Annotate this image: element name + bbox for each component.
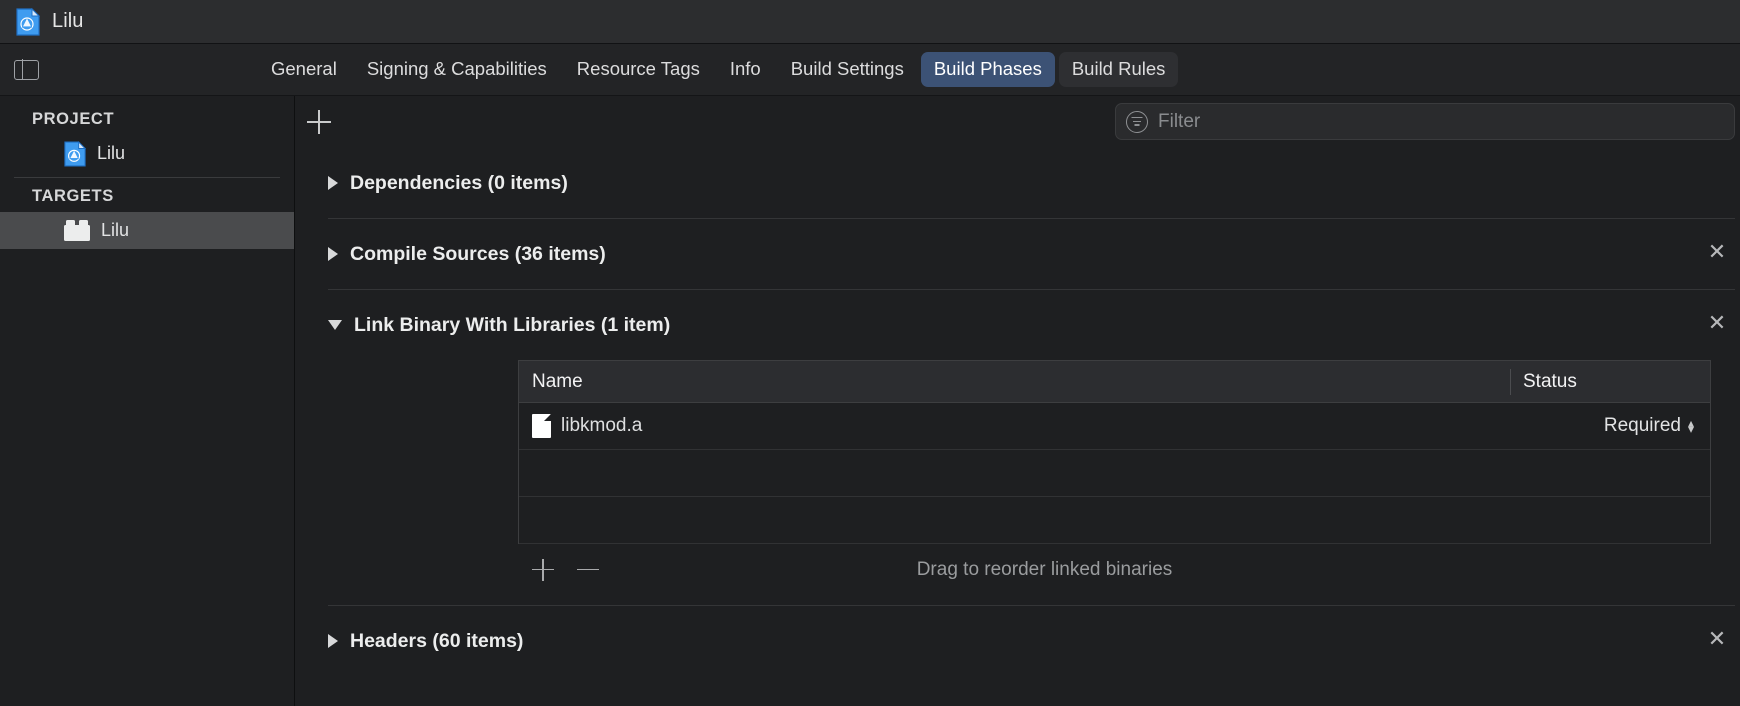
tab-build-phases[interactable]: Build Phases xyxy=(920,52,1055,87)
xcodeproj-icon xyxy=(16,7,41,36)
build-phases-toolbar: Filter xyxy=(295,96,1740,148)
cell-library-name: libkmod.a xyxy=(519,414,1510,438)
phase-title: Link Binary With Libraries (1 item) xyxy=(354,313,671,336)
table-row-empty xyxy=(519,497,1710,544)
build-phase-list: Dependencies (0 items) Compile Sources (… xyxy=(295,148,1740,706)
sidebar-item-target-lilu[interactable]: Lilu xyxy=(0,212,294,249)
sidebar-divider xyxy=(14,177,280,178)
phase-title: Compile Sources (36 items) xyxy=(350,242,606,265)
tab-general[interactable]: General xyxy=(258,52,350,86)
xcodeproj-icon xyxy=(64,140,87,167)
linked-libraries-footer: Drag to reorder linked binaries xyxy=(518,544,1711,595)
chevron-right-icon[interactable] xyxy=(328,247,338,261)
phase-header[interactable]: Headers (60 items) ✕ xyxy=(328,606,1735,676)
chevron-down-icon[interactable] xyxy=(328,320,342,330)
chevron-right-icon[interactable] xyxy=(328,176,338,190)
tab-build-rules[interactable]: Build Rules xyxy=(1058,52,1179,87)
remove-phase-icon[interactable]: ✕ xyxy=(1707,313,1727,335)
build-phase-compile-sources: Compile Sources (36 items) ✕ xyxy=(328,218,1735,289)
sidebar-item-label: Lilu xyxy=(101,220,130,240)
table-header-row: Name Status xyxy=(519,361,1710,403)
tab-info[interactable]: Info xyxy=(717,52,774,86)
phase-header[interactable]: Link Binary With Libraries (1 item) ✕ xyxy=(328,290,1735,360)
add-build-phase-button[interactable] xyxy=(307,110,331,134)
tab-resource-tags[interactable]: Resource Tags xyxy=(564,52,713,86)
build-phase-link-binary-with-libraries: Link Binary With Libraries (1 item) ✕ Na… xyxy=(328,289,1735,605)
project-navigator-sidebar: PROJECT Lilu TARGETS Lilu xyxy=(0,96,295,706)
column-header-name[interactable]: Name xyxy=(519,371,1510,393)
tab-build-settings[interactable]: Build Settings xyxy=(778,52,917,86)
filter-icon xyxy=(1126,110,1148,133)
sidebar-item-project-lilu[interactable]: Lilu xyxy=(0,135,294,172)
status-stepper-icon[interactable]: ▴ ▾ xyxy=(1688,417,1694,435)
editor-body: PROJECT Lilu TARGETS Lilu Filter Depende… xyxy=(0,96,1740,706)
tab-signing-capabilities[interactable]: Signing & Capabilities xyxy=(354,52,560,86)
chevron-right-icon[interactable] xyxy=(328,634,338,648)
phase-title: Dependencies (0 items) xyxy=(350,171,568,194)
sidebar-group-targets: TARGETS xyxy=(32,187,114,205)
phase-header[interactable]: Compile Sources (36 items) ✕ xyxy=(328,219,1735,289)
sidebar-item-label: Lilu xyxy=(97,143,126,163)
sidebar-panel-icon xyxy=(13,58,39,81)
phase-body: Name Status libkmod.a Required ▴ ▾ Drag … xyxy=(328,360,1735,605)
file-page-icon xyxy=(532,414,551,438)
library-name-label: libkmod.a xyxy=(561,415,643,436)
window-title-bar: Lilu xyxy=(0,0,1740,44)
status-value-label: Required xyxy=(1603,415,1681,436)
remove-phase-icon[interactable]: ✕ xyxy=(1707,242,1727,264)
remove-phase-icon[interactable]: ✕ xyxy=(1707,629,1727,651)
drag-reorder-hint: Drag to reorder linked binaries xyxy=(916,558,1173,580)
phase-title: Headers (60 items) xyxy=(350,629,524,652)
editor-tab-bar: General Signing & Capabilities Resource … xyxy=(0,44,1740,96)
filter-placeholder: Filter xyxy=(1158,110,1201,132)
window-title: Lilu xyxy=(52,10,84,32)
phase-header[interactable]: Dependencies (0 items) xyxy=(328,148,1735,218)
table-row-empty xyxy=(519,450,1710,497)
build-phases-pane: Filter Dependencies (0 items) Compile So… xyxy=(295,96,1740,706)
table-row[interactable]: libkmod.a Required ▴ ▾ xyxy=(519,403,1710,450)
cell-library-status[interactable]: Required ▴ ▾ xyxy=(1510,415,1710,437)
bundle-target-icon xyxy=(64,220,90,241)
linked-libraries-table: Name Status libkmod.a Required ▴ ▾ xyxy=(518,360,1711,544)
tab-strip: General Signing & Capabilities Resource … xyxy=(258,52,1179,87)
sidebar-group-project: PROJECT xyxy=(32,110,115,128)
sidebar-toggle-button[interactable] xyxy=(0,44,52,96)
build-phase-dependencies: Dependencies (0 items) xyxy=(328,148,1735,218)
column-header-status[interactable]: Status xyxy=(1510,368,1710,395)
build-phase-headers: Headers (60 items) ✕ xyxy=(328,605,1735,676)
filter-input[interactable]: Filter xyxy=(1115,103,1735,140)
